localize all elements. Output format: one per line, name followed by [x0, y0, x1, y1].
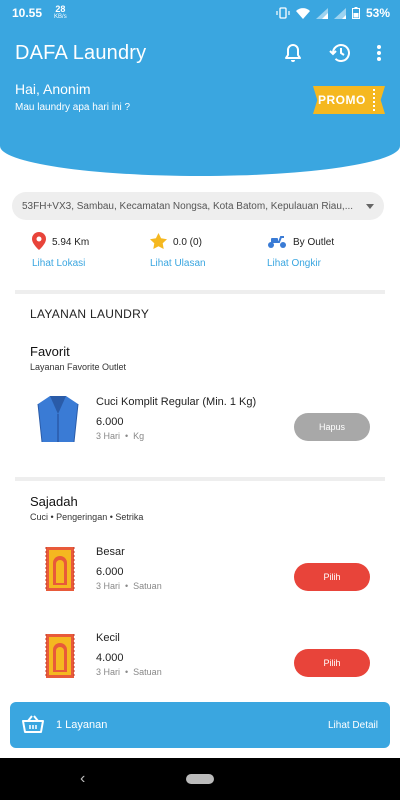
- favorit-title: Favorit: [30, 344, 70, 359]
- signal-icon: [333, 7, 346, 19]
- sajadah-item-price: 6.000: [96, 566, 124, 578]
- vibrate-icon: [276, 7, 290, 19]
- delivery-value: By Outlet: [293, 236, 335, 248]
- select-button[interactable]: Pilih: [294, 649, 370, 677]
- sajadah-item-duration: 3 Hari: [96, 581, 121, 591]
- battery-level: 53%: [365, 6, 390, 20]
- jacket-icon: [36, 394, 80, 449]
- favorit-item-price: 6.000: [96, 416, 124, 428]
- info-delivery: By Outlet Lihat Ongkir: [267, 232, 377, 269]
- address-text: 53FH+VX3, Sambau, Kecamatan Nongsa, Kota…: [22, 200, 354, 212]
- sajadah-title: Sajadah: [30, 494, 78, 509]
- select-button[interactable]: Pilih: [294, 563, 370, 591]
- scooter-icon: [267, 233, 287, 252]
- header: DAFA Laundry Hai, Anonim Mau laundry apa…: [0, 26, 400, 176]
- remove-favorite-button[interactable]: Hapus: [294, 413, 370, 441]
- divider: [15, 290, 385, 294]
- info-rating: 0.0 (0) Lihat Ulasan: [150, 232, 260, 269]
- bell-icon[interactable]: [280, 40, 306, 66]
- sajadah-item-unit: Satuan: [133, 581, 162, 591]
- dropdown-caret-icon: [366, 203, 374, 209]
- back-icon[interactable]: ‹: [80, 770, 85, 788]
- prayer-rug-icon: [44, 632, 76, 685]
- battery-icon: [351, 7, 360, 19]
- remove-button-label: Hapus: [318, 422, 345, 432]
- sajadah-item-name: Besar: [96, 546, 125, 558]
- status-bar: 10.55 28 KB/s 53%: [0, 0, 400, 26]
- wifi-icon: [295, 7, 310, 19]
- home-pill-icon[interactable]: [186, 774, 214, 784]
- promo-button[interactable]: PROMO: [313, 86, 385, 114]
- sajadah-item-price: 4.000: [96, 652, 124, 664]
- favorit-subtitle: Layanan Favorite Outlet: [30, 362, 127, 372]
- status-time: 10.55: [12, 6, 43, 20]
- select-button-label: Pilih: [323, 658, 341, 668]
- basket-icon: [22, 714, 44, 736]
- system-nav-bar: ‹: [0, 758, 400, 800]
- location-pin-icon: [32, 231, 46, 253]
- divider: [15, 477, 385, 481]
- more-vertical-icon[interactable]: [366, 40, 392, 66]
- sajadah-item-meta: 3 Hari • Satuan: [96, 581, 162, 591]
- view-shipping-link[interactable]: Lihat Ongkir: [267, 258, 377, 269]
- star-icon: [150, 232, 167, 252]
- greeting: Hai, Anonim: [15, 81, 91, 97]
- sajadah-item-unit: Satuan: [133, 667, 162, 677]
- promo-label: PROMO: [318, 93, 366, 107]
- prayer-rug-icon: [44, 545, 76, 598]
- greeting-subtitle: Mau laundry apa hari ini ?: [15, 102, 131, 113]
- favorit-item-meta: 3 Hari • Kg: [96, 431, 145, 441]
- favorit-item-name: Cuci Komplit Regular (Min. 1 Kg): [96, 396, 257, 408]
- view-reviews-link[interactable]: Lihat Ulasan: [150, 258, 260, 269]
- network-speed-unit: KB/s: [54, 14, 67, 20]
- select-button-label: Pilih: [323, 572, 341, 582]
- cart-bar[interactable]: 1 Layanan Lihat Detail: [10, 702, 390, 748]
- favorit-item-unit: Kg: [133, 431, 145, 441]
- info-distance: 5.94 Km Lihat Lokasi: [32, 231, 142, 269]
- distance-value: 5.94 Km: [52, 236, 90, 248]
- favorit-item-duration: 3 Hari: [96, 431, 121, 441]
- sajadah-item-name: Kecil: [96, 632, 120, 644]
- address-selector[interactable]: 53FH+VX3, Sambau, Kecamatan Nongsa, Kota…: [12, 192, 384, 220]
- view-detail-link[interactable]: Lihat Detail: [328, 720, 378, 731]
- ticket-perforation: [373, 89, 375, 111]
- sajadah-item-duration: 3 Hari: [96, 667, 121, 677]
- sajadah-item-meta: 3 Hari • Satuan: [96, 667, 162, 677]
- history-icon[interactable]: [327, 40, 353, 66]
- sajadah-subtitle: Cuci • Pengeringan • Setrika: [30, 512, 144, 522]
- section-title: LAYANAN LAUNDRY: [30, 307, 150, 321]
- rating-value: 0.0 (0): [173, 236, 202, 248]
- network-speed: 28 KB/s: [54, 5, 67, 21]
- view-location-link[interactable]: Lihat Lokasi: [32, 258, 142, 269]
- app-title: DAFA Laundry: [15, 42, 147, 64]
- signal-icon: [315, 7, 328, 19]
- cart-count: 1 Layanan: [56, 719, 108, 731]
